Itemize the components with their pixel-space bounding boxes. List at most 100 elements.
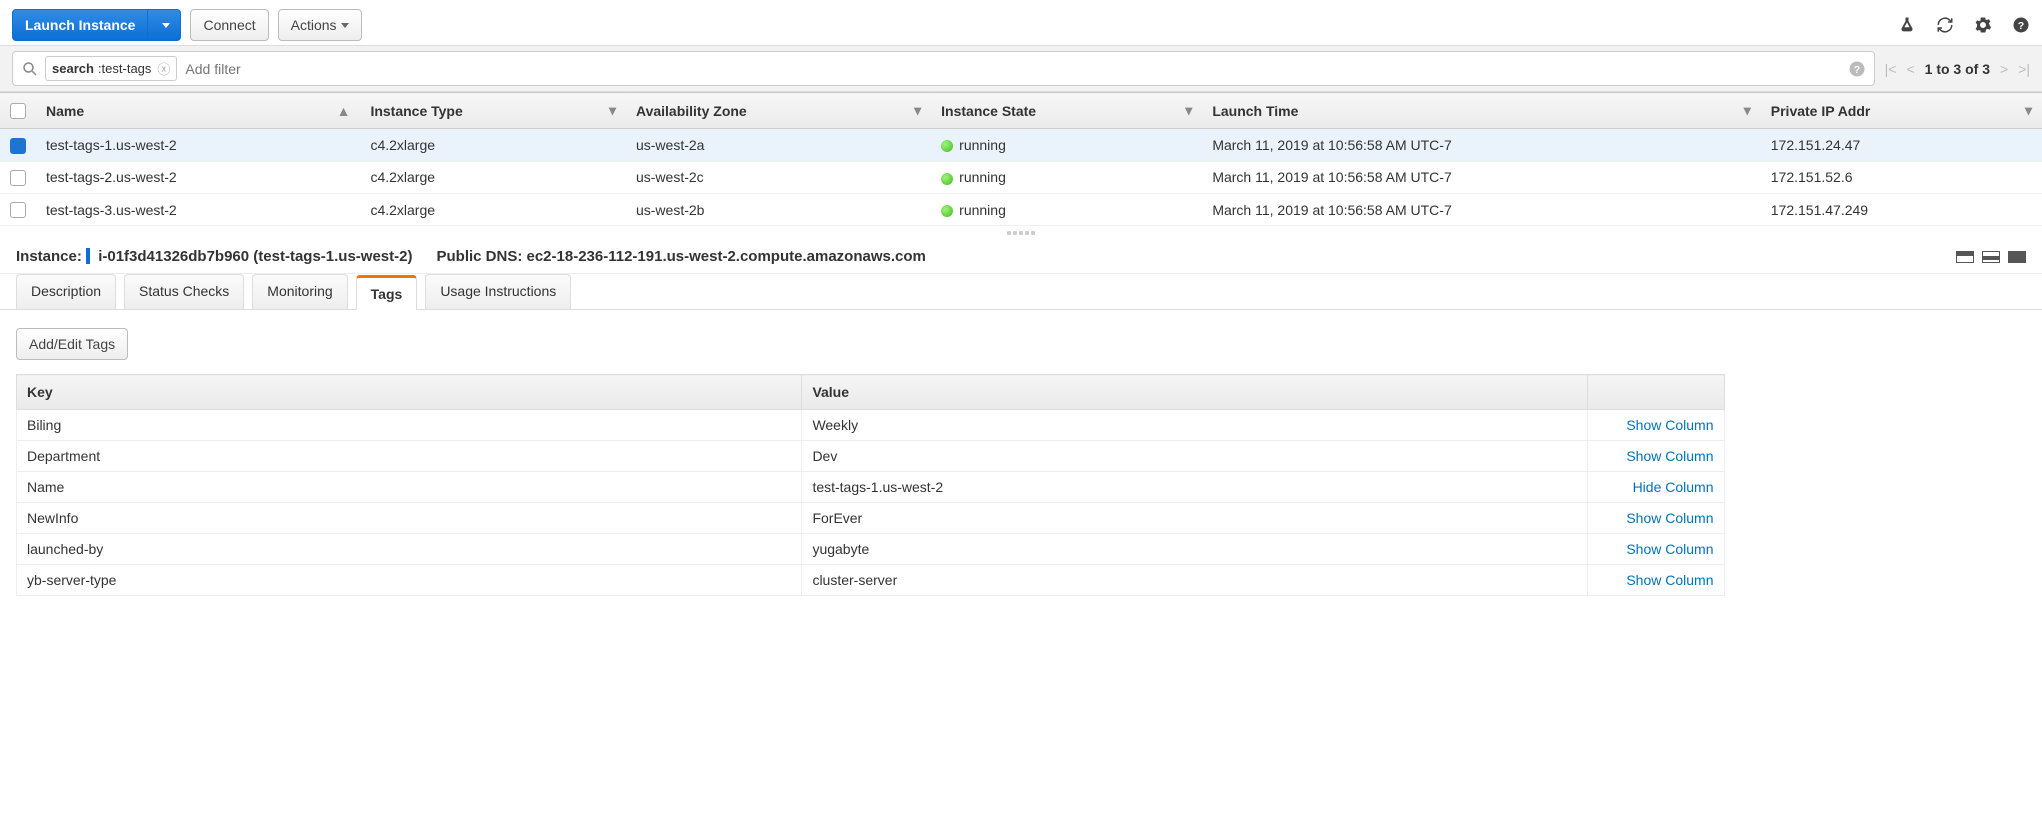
- filter-box[interactable]: search : test-tags ⓧ ?: [12, 51, 1875, 86]
- col-az[interactable]: Availability Zone▾: [626, 93, 931, 129]
- actions-button[interactable]: Actions: [278, 9, 362, 41]
- dns-label: Public DNS:: [436, 248, 522, 265]
- toggle-column-link[interactable]: Show Column: [1626, 541, 1713, 557]
- tag-key: launched-by: [17, 534, 802, 565]
- tab-usage[interactable]: Usage Instructions: [425, 274, 571, 309]
- help-icon[interactable]: ?: [2012, 16, 2030, 34]
- filter-chip[interactable]: search : test-tags ⓧ: [45, 56, 177, 81]
- tags-table: Key Value BilingWeeklyShow ColumnDepartm…: [16, 374, 1725, 596]
- caret-down-icon: [341, 23, 349, 28]
- tags-row: DepartmentDev Show Column: [17, 441, 1725, 472]
- pager-last[interactable]: >|: [2018, 61, 2030, 77]
- flask-icon[interactable]: [1898, 16, 1916, 34]
- tag-key: NewInfo: [17, 503, 802, 534]
- toggle-column-link[interactable]: Show Column: [1626, 417, 1713, 433]
- cell-ip: 172.151.52.6: [1761, 161, 2042, 193]
- connect-button[interactable]: Connect: [190, 9, 268, 41]
- launch-instance-dropdown[interactable]: [148, 9, 181, 41]
- toggle-column-link[interactable]: Show Column: [1626, 448, 1713, 464]
- status-dot-icon: [941, 140, 953, 152]
- cell-state: running: [931, 193, 1202, 225]
- pager-range: 1 to 3 of 3: [1925, 61, 1990, 77]
- col-menu-icon: ▾: [914, 102, 921, 119]
- col-instance-type[interactable]: Instance Type▾: [360, 93, 626, 129]
- toolbar: Launch Instance Connect Actions ?: [0, 0, 2042, 46]
- refresh-icon[interactable]: [1936, 16, 1954, 34]
- table-row[interactable]: test-tags-3.us-west-2c4.2xlargeus-west-2…: [0, 193, 2042, 225]
- tag-key: Name: [17, 472, 802, 503]
- svg-text:?: ?: [1853, 63, 1859, 75]
- instance-label: Instance:: [16, 248, 82, 265]
- tag-value: test-tags-1.us-west-2: [802, 472, 1587, 503]
- pager-first[interactable]: |<: [1885, 61, 1897, 77]
- pager-next[interactable]: >: [2000, 61, 2008, 77]
- tags-col-action: [1587, 375, 1724, 410]
- tab-tags[interactable]: Tags: [356, 275, 418, 310]
- dns-value: ec2-18-236-112-191.us-west-2.compute.ama…: [527, 248, 926, 265]
- instance-value: i-01f3d41326db7b960 (test-tags-1.us-west…: [98, 248, 412, 265]
- cell-launch: March 11, 2019 at 10:56:58 AM UTC-7: [1202, 161, 1760, 193]
- panel-layout-icons: [1956, 251, 2026, 263]
- row-checkbox[interactable]: [10, 170, 26, 186]
- gear-icon[interactable]: [1974, 16, 1992, 34]
- status-dot-icon: [941, 205, 953, 217]
- col-launch-time[interactable]: Launch Time▾: [1202, 93, 1760, 129]
- pager-prev[interactable]: <: [1906, 61, 1914, 77]
- tab-status-checks[interactable]: Status Checks: [124, 274, 244, 309]
- tag-key: Department: [17, 441, 802, 472]
- filter-input[interactable]: [185, 61, 1847, 77]
- table-row[interactable]: test-tags-2.us-west-2c4.2xlargeus-west-2…: [0, 161, 2042, 193]
- cell-az: us-west-2c: [626, 161, 931, 193]
- tag-value: Weekly: [802, 410, 1587, 441]
- filter-help-icon[interactable]: ?: [1848, 60, 1866, 78]
- panel-top-icon[interactable]: [1956, 251, 1974, 263]
- col-state[interactable]: Instance State▾: [931, 93, 1202, 129]
- toggle-column-link[interactable]: Show Column: [1626, 572, 1713, 588]
- col-name[interactable]: Name▲: [36, 93, 360, 129]
- launch-instance-label: Launch Instance: [25, 17, 135, 33]
- cell-type: c4.2xlarge: [360, 193, 626, 225]
- row-checkbox[interactable]: [10, 138, 26, 154]
- tag-value: Dev: [802, 441, 1587, 472]
- panel-split-icon[interactable]: [1982, 251, 2000, 263]
- col-menu-icon: ▾: [1744, 102, 1751, 119]
- cell-state: running: [931, 161, 1202, 193]
- col-private-ip[interactable]: Private IP Addr▾: [1761, 93, 2042, 129]
- cell-name: test-tags-2.us-west-2: [36, 161, 360, 193]
- tab-monitoring[interactable]: Monitoring: [252, 274, 347, 309]
- splitter[interactable]: [0, 226, 2042, 240]
- tag-key: Biling: [17, 410, 802, 441]
- cell-az: us-west-2a: [626, 129, 931, 161]
- tag-value: ForEver: [802, 503, 1587, 534]
- tags-pane: Add/Edit Tags Key Value BilingWeekly Show…: [0, 310, 2042, 614]
- cell-ip: 172.151.47.249: [1761, 193, 2042, 225]
- caret-down-icon: [162, 23, 170, 28]
- tag-key: yb-server-type: [17, 565, 802, 596]
- tags-row: NewInfoForEver Show Column: [17, 503, 1725, 534]
- search-icon: [21, 60, 39, 78]
- tags-col-value[interactable]: Value: [802, 375, 1587, 410]
- tags-col-key[interactable]: Key: [17, 375, 802, 410]
- tags-row: launched-byyugabyte Show Column: [17, 534, 1725, 565]
- tag-value: cluster-server: [802, 565, 1587, 596]
- tab-description[interactable]: Description: [16, 274, 116, 309]
- table-row[interactable]: test-tags-1.us-west-2c4.2xlargeus-west-2…: [0, 129, 2042, 161]
- toggle-column-link[interactable]: Hide Column: [1633, 479, 1714, 495]
- panel-full-icon[interactable]: [2008, 251, 2026, 263]
- remove-chip-icon[interactable]: ⓧ: [157, 59, 170, 78]
- filter-row: search : test-tags ⓧ ? |< < 1 to 3 of 3 …: [0, 46, 2042, 92]
- toggle-column-link[interactable]: Show Column: [1626, 510, 1713, 526]
- cell-name: test-tags-3.us-west-2: [36, 193, 360, 225]
- tags-row: yb-server-typecluster-server Show Column: [17, 565, 1725, 596]
- col-checkbox[interactable]: [0, 93, 36, 129]
- filter-chip-value: test-tags: [102, 61, 152, 76]
- add-edit-tags-button[interactable]: Add/Edit Tags: [16, 328, 128, 360]
- selection-mark-icon: [86, 248, 90, 264]
- instances-table: Name▲ Instance Type▾ Availability Zone▾ …: [0, 92, 2042, 226]
- sort-asc-icon: ▲: [337, 103, 351, 119]
- launch-instance-button[interactable]: Launch Instance: [12, 9, 148, 41]
- cell-name: test-tags-1.us-west-2: [36, 129, 360, 161]
- row-checkbox[interactable]: [10, 202, 26, 218]
- toolbar-right: ?: [1898, 16, 2030, 34]
- tag-value: yugabyte: [802, 534, 1587, 565]
